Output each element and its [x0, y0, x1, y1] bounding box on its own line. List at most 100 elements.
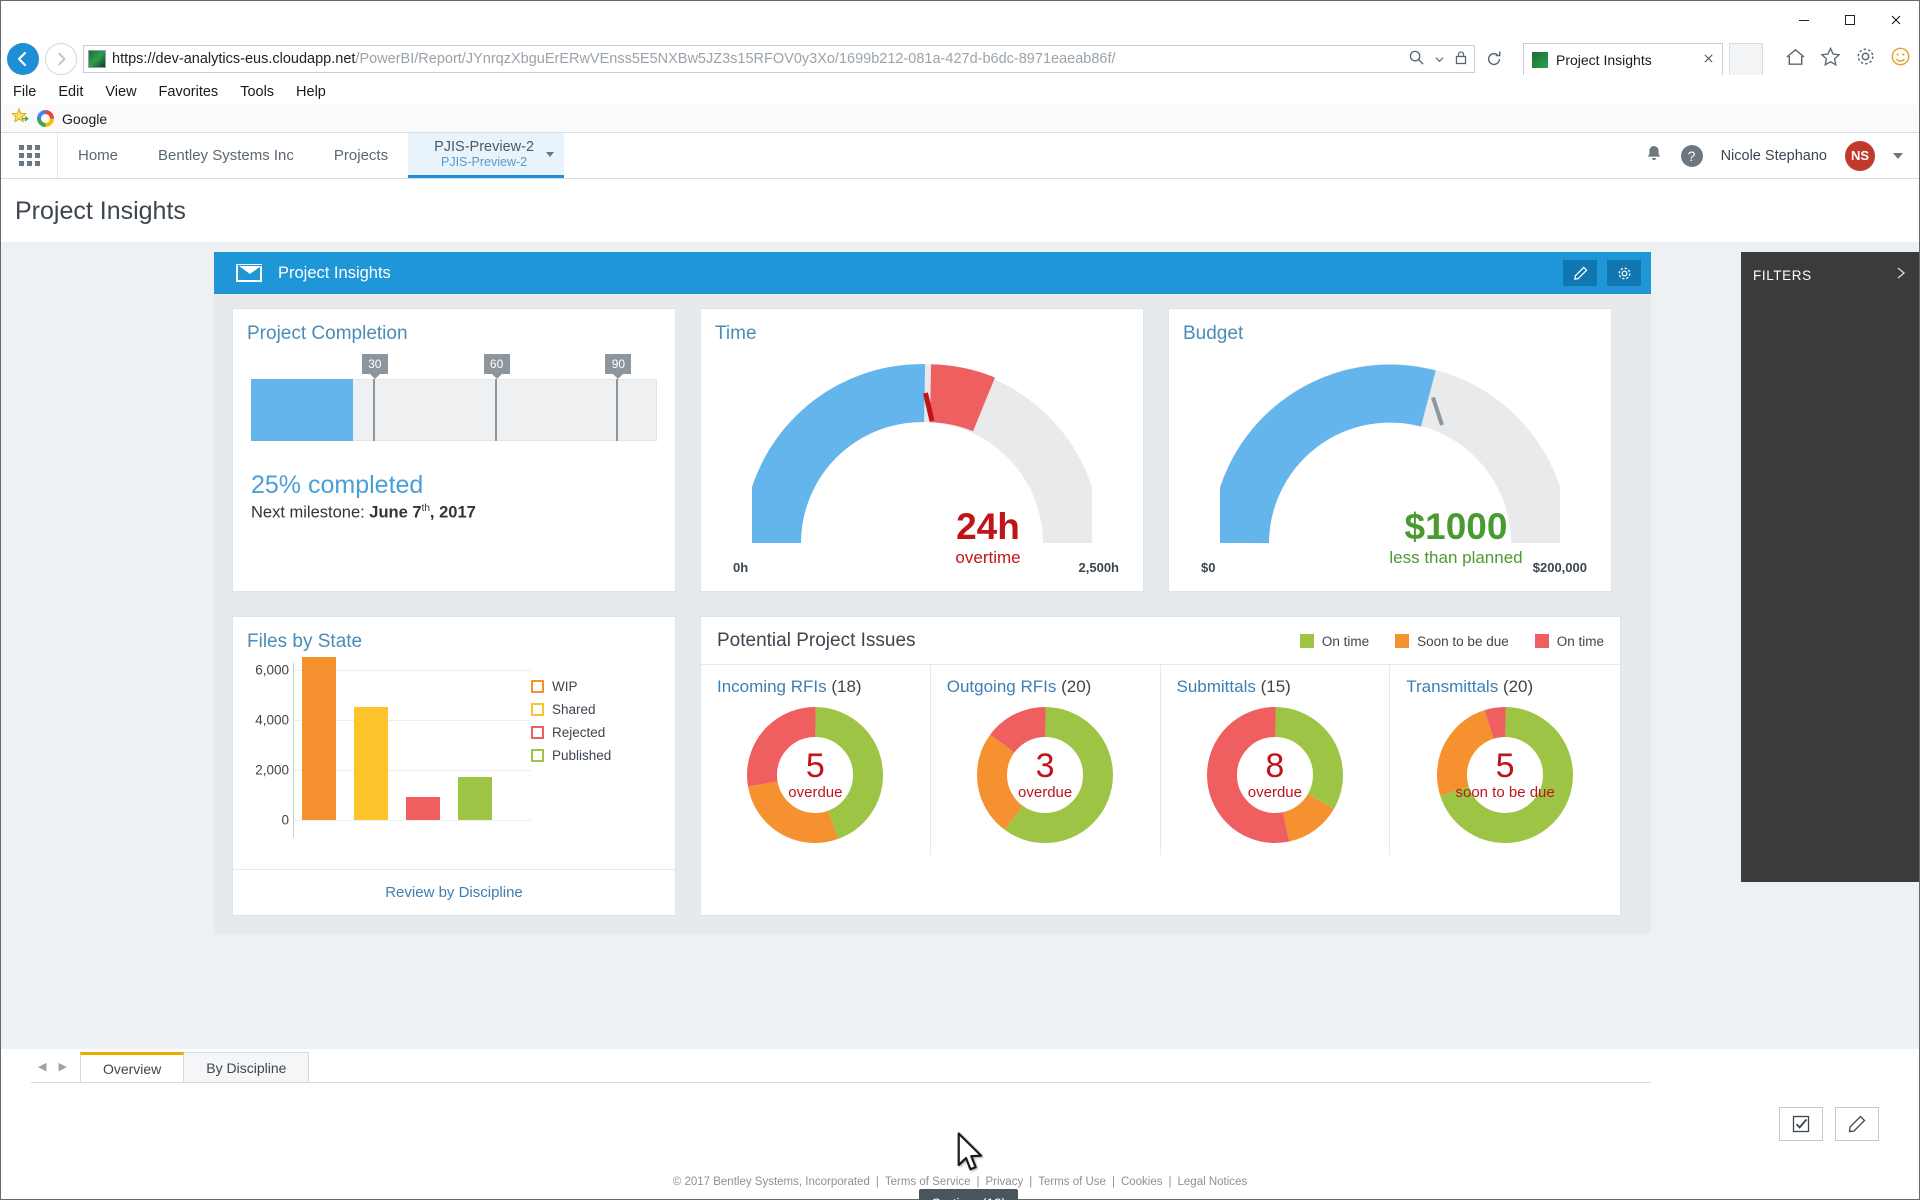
legend-item-wip[interactable]: WIP [531, 679, 611, 694]
filters-header[interactable]: FILTERS [1741, 252, 1919, 299]
issues-legend-label-1: Soon to be due [1417, 633, 1509, 649]
home-icon[interactable] [1785, 47, 1806, 72]
donut-transmittals: Transmittals (20) 5 soon to be due [1390, 665, 1620, 855]
menu-favorites[interactable]: Favorites [159, 84, 219, 100]
donut-count-outgoing-rfis: (20) [1061, 677, 1092, 696]
filters-label: FILTERS [1753, 268, 1812, 283]
nav-item-home[interactable]: Home [58, 133, 138, 178]
donut-name-submittals[interactable]: Submittals [1177, 677, 1256, 696]
footer-link-cookies[interactable]: Cookies [1121, 1176, 1163, 1188]
back-button[interactable] [7, 43, 39, 75]
bar-shared[interactable] [354, 707, 388, 820]
tab-close-icon[interactable] [1703, 51, 1714, 68]
footer-sep-1: | [976, 1176, 980, 1188]
donut-name-outgoing-rfis[interactable]: Outgoing RFIs [947, 677, 1057, 696]
url-host: https://dev-analytics-eus.cloudapp.net [112, 51, 356, 67]
issues-title: Potential Project Issues [717, 630, 916, 651]
favorites-star-icon[interactable] [1820, 46, 1841, 72]
footer-link-legal-notices[interactable]: Legal Notices [1178, 1176, 1248, 1188]
help-icon[interactable]: ? [1680, 144, 1703, 167]
legend-item-published[interactable]: Published [531, 748, 611, 763]
nav-item-bentley-systems-inc[interactable]: Bentley Systems Inc [138, 133, 314, 178]
page-title: Project Insights [15, 197, 186, 225]
menu-help[interactable]: Help [296, 84, 326, 100]
donut-holder-incoming-rfis: 5 overdue [701, 705, 930, 845]
tab-by-discipline[interactable]: By Discipline [184, 1052, 310, 1082]
donut-holder-submittals: 8 overdue [1161, 705, 1390, 845]
donut-label-submittals: overdue [1247, 784, 1302, 801]
legend-label-shared: Shared [552, 702, 596, 717]
address-bar[interactable]: https://dev-analytics-eus.cloudapp.net/P… [83, 45, 1475, 73]
donut-value-incoming-rfis: 5 [805, 747, 825, 785]
report-row-bottom: Files by State 6,000 4,000 2,000 0 WIP S… [232, 616, 1633, 916]
edit-report-button[interactable] [1563, 260, 1597, 286]
footer-link-privacy[interactable]: Privacy [986, 1176, 1024, 1188]
restore-button[interactable] [1827, 5, 1873, 35]
issues-legend-soon-to-be-due[interactable]: Soon to be due [1395, 634, 1509, 649]
notifications-bell-icon[interactable] [1645, 144, 1663, 168]
user-menu-chevron-icon[interactable] [1893, 152, 1903, 159]
refresh-button[interactable] [1481, 46, 1507, 72]
issues-legend-on-time[interactable]: On time [1299, 634, 1369, 649]
chevron-down-icon[interactable] [546, 152, 555, 157]
gear-icon[interactable] [1855, 46, 1876, 72]
smiley-icon[interactable] [1890, 46, 1911, 72]
browser-tab[interactable]: Project Insights [1523, 43, 1723, 75]
menu-edit[interactable]: Edit [58, 84, 83, 100]
favorites-bar: Google [1, 105, 1919, 133]
nav-item-projects[interactable]: Projects [314, 133, 408, 178]
tabstrip-next-button[interactable]: ▶ [55, 1059, 70, 1074]
next-milestone-prefix: Next milestone: [251, 503, 370, 522]
forward-button[interactable] [45, 43, 77, 75]
completion-marker-label-30: 30 [361, 354, 388, 379]
bar-rejected[interactable] [406, 797, 440, 820]
donut-name-transmittals[interactable]: Transmittals [1406, 677, 1498, 696]
donut-name-incoming-rfis[interactable]: Incoming RFIs [717, 677, 827, 696]
tab-overview[interactable]: Overview [79, 1052, 185, 1082]
tabstrip-prev-button[interactable]: ◀ [35, 1059, 50, 1074]
chevron-right-icon[interactable] [1895, 266, 1907, 285]
favorite-link-google[interactable]: Google [62, 111, 107, 127]
footer-sep-2: | [1029, 1176, 1033, 1188]
issues-legend-overdue[interactable]: On time [1534, 634, 1604, 649]
menu-view[interactable]: View [105, 84, 136, 100]
project-tab-pjis-preview-2[interactable]: PJIS-Preview-2 PJIS-Preview-2 [408, 133, 565, 178]
bar-wip[interactable] [302, 657, 336, 820]
check-box-button[interactable] [1779, 1107, 1823, 1141]
budget-axis-max: $200,000 [1532, 560, 1587, 575]
legend-item-shared[interactable]: Shared [531, 702, 611, 717]
menu-tools[interactable]: Tools [240, 84, 274, 100]
tab-favicon-icon [1532, 51, 1548, 68]
new-tab-button[interactable] [1729, 43, 1763, 75]
completion-marker-30: 30 [361, 354, 388, 441]
y-tick-6000: 6,000 [255, 662, 289, 678]
review-by-discipline-link[interactable]: Review by Discipline [233, 869, 675, 915]
donut-holder-outgoing-rfis: 3 overdue [931, 705, 1160, 845]
report-settings-button[interactable] [1607, 260, 1641, 286]
completion-percent-label: 25% completed [251, 471, 424, 499]
menu-file[interactable]: File [13, 84, 36, 100]
legend-swatch-rejected [531, 726, 544, 739]
footer-link-terms-of-use[interactable]: Terms of Use [1038, 1176, 1106, 1188]
donut-holder-transmittals: 5 soon to be due [1390, 705, 1620, 845]
legend-item-rejected[interactable]: Rejected [531, 725, 611, 740]
card-budget: Budget $1000 less than planned $0 $200,0… [1168, 308, 1612, 592]
minimize-button[interactable] [1781, 5, 1827, 35]
search-icon[interactable] [1408, 49, 1425, 69]
footer-link-terms-of-service[interactable]: Terms of Service [885, 1176, 971, 1188]
pencil-button[interactable] [1835, 1107, 1879, 1141]
bar-published[interactable] [458, 777, 492, 820]
close-button[interactable] [1873, 5, 1919, 35]
legend-label-rejected: Rejected [552, 725, 606, 740]
app-launcher-icon[interactable] [1, 133, 57, 178]
browser-tab-title: Project Insights [1556, 51, 1652, 68]
report-row-top: Project Completion 30 60 90 25% complete… [232, 308, 1633, 592]
donut-incoming-rfis: Incoming RFIs (18) 5 overdue [701, 665, 931, 855]
time-axis-max: 2,500h [1078, 560, 1119, 575]
lock-icon [1454, 50, 1468, 69]
chevron-down-icon[interactable] [1435, 51, 1444, 67]
avatar[interactable]: NS [1845, 140, 1875, 171]
donut-head-transmittals: Transmittals (20) [1390, 677, 1620, 697]
favorites-add-icon[interactable] [11, 107, 29, 130]
project-tab-subname: PJIS-Preview-2 [440, 155, 528, 169]
